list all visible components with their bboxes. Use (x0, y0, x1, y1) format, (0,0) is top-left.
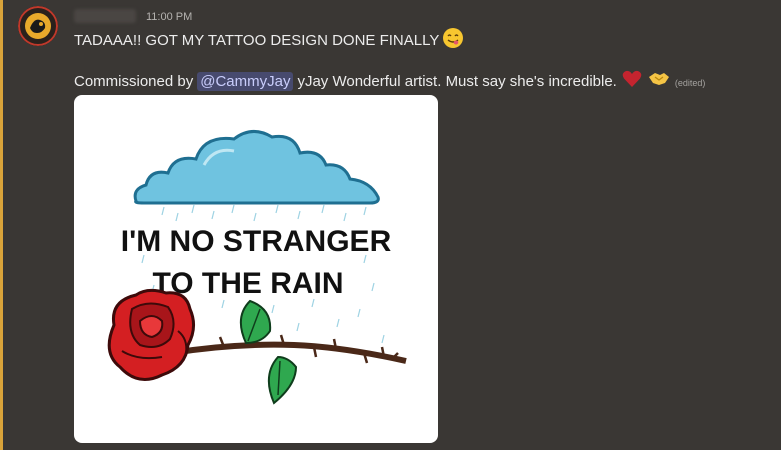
username[interactable] (74, 9, 136, 23)
rose-icon (107, 288, 195, 381)
message-prefix: Commissioned by (74, 72, 194, 90)
message-timestamp: 11:00 PM (146, 11, 193, 23)
message-rest: yJay Wonderful artist. Must say she's in… (297, 72, 617, 90)
message-text: TADAAA!! GOT MY TATTOO DESIGN DONE FINAL… (74, 31, 440, 49)
message-line-2: Commissioned by @CammyJay yJay Wonderful… (74, 70, 705, 92)
tattoo-text-line-1: I'M NO STRANGER (121, 225, 392, 258)
thorny-stem (171, 334, 407, 364)
red-heart-icon (622, 70, 642, 92)
image-attachment[interactable]: I'M NO STRANGER TO THE RAIN (74, 95, 438, 443)
yum-face-icon (442, 27, 464, 53)
leaf-icon (239, 299, 298, 405)
message-line-1: TADAAA!! GOT MY TATTOO DESIGN DONE FINAL… (74, 27, 464, 53)
message-highlight-bar (0, 0, 3, 450)
edited-label: (edited) (674, 77, 706, 88)
handshake-icon (648, 71, 670, 91)
avatar[interactable] (18, 6, 58, 46)
cloud-icon (133, 130, 380, 205)
user-mention[interactable]: @CammyJay (197, 71, 294, 91)
